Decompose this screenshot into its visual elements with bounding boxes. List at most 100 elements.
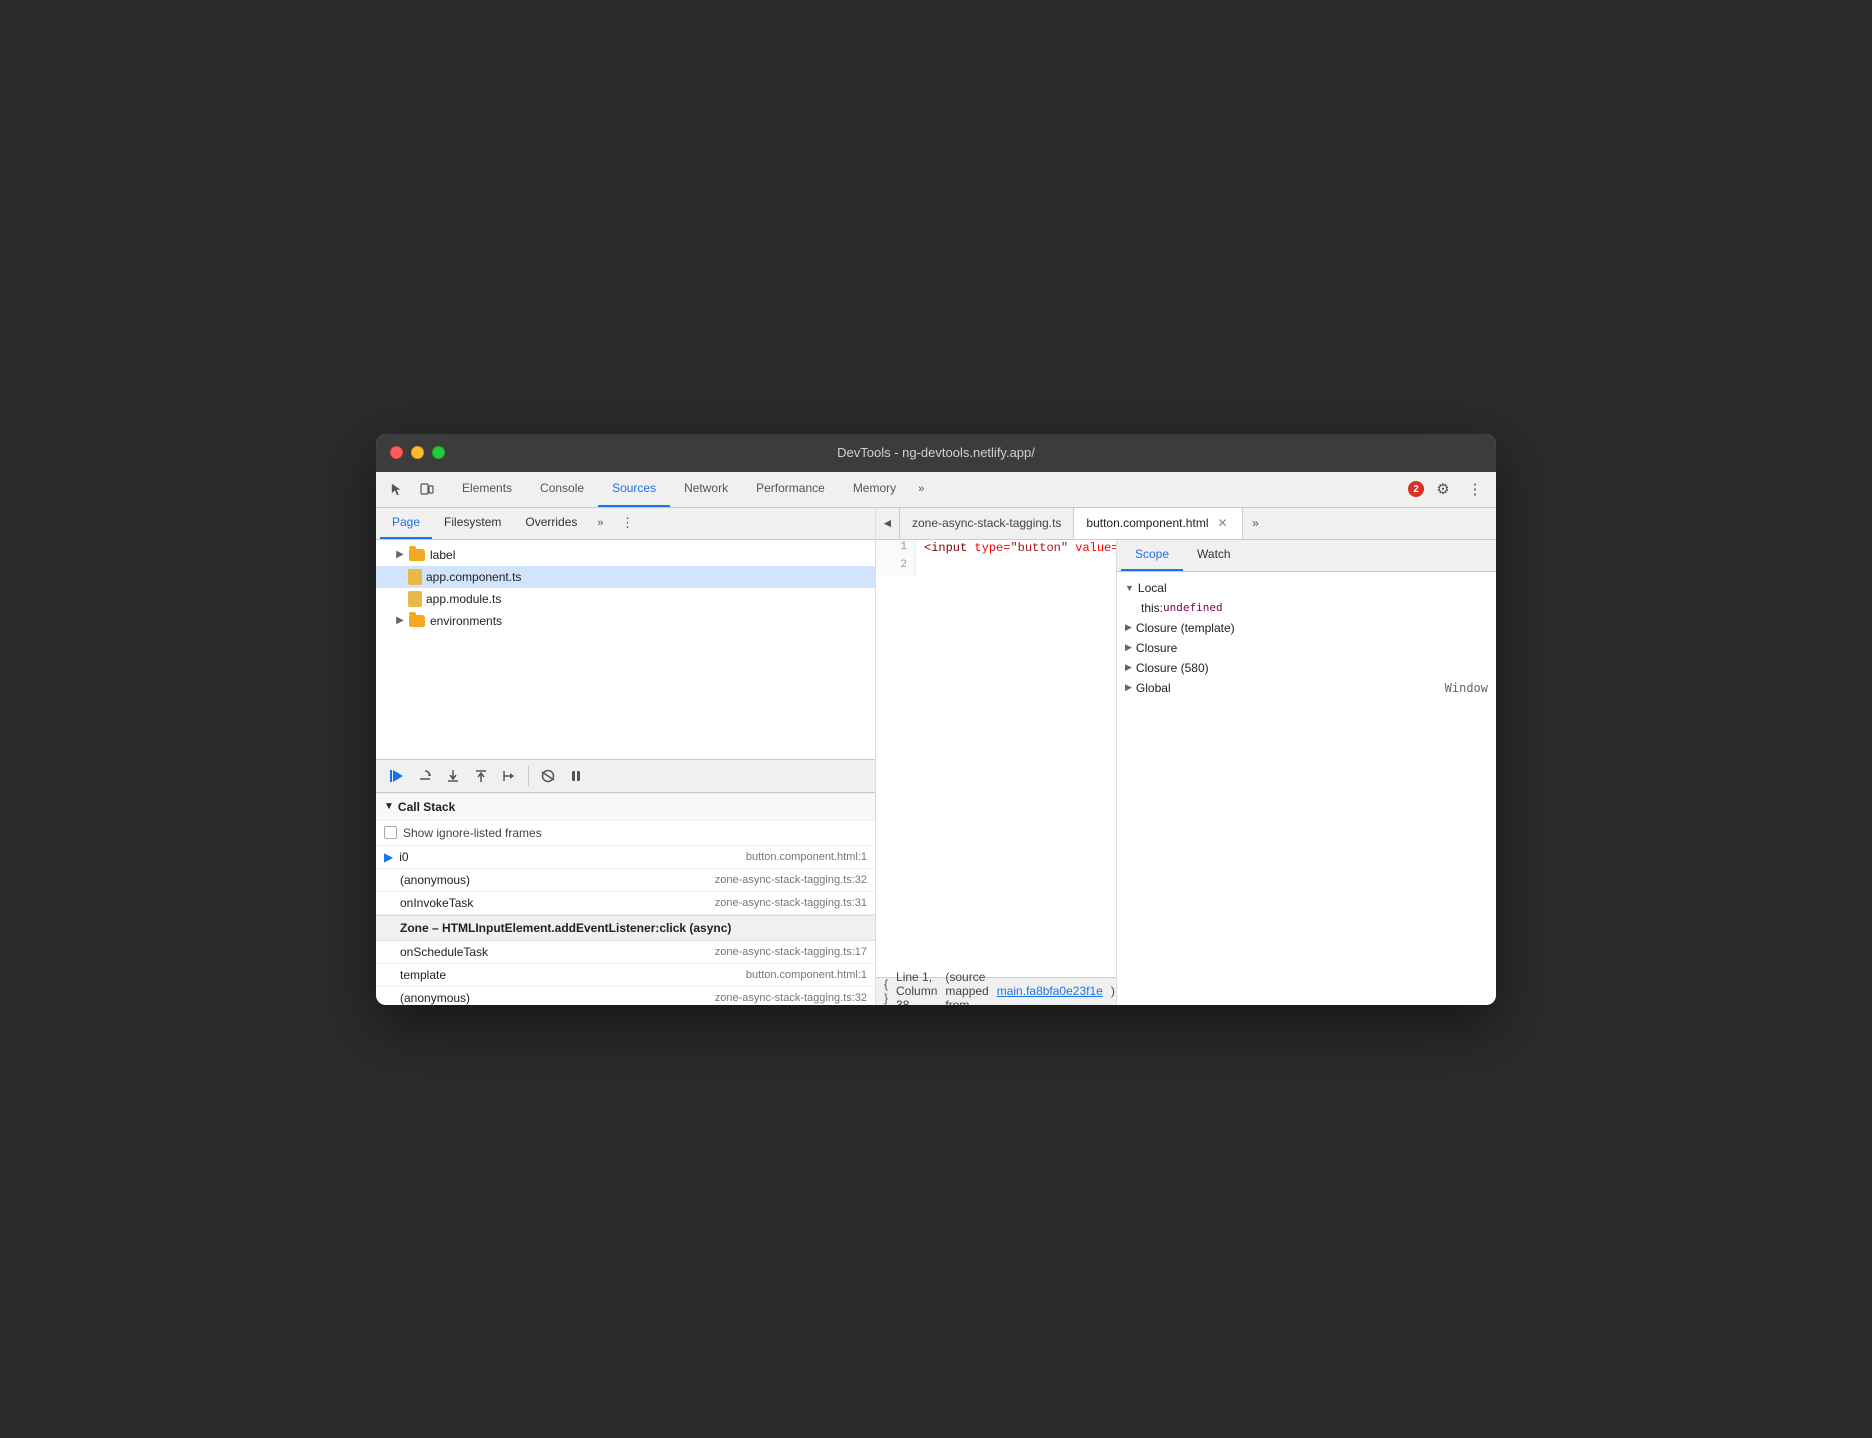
stack-arrow-i0: ▶ — [384, 850, 393, 864]
cursor-icon-btn[interactable] — [384, 476, 410, 502]
scope-right-label-global: Window — [1445, 681, 1488, 695]
tree-item-environments[interactable]: ▶ environments — [376, 610, 875, 632]
scope-key-this: this: — [1141, 601, 1163, 615]
ignore-frames-checkbox[interactable] — [384, 826, 397, 839]
call-stack-header[interactable]: ▼ Call Stack — [376, 794, 875, 821]
maximize-button[interactable] — [432, 446, 445, 459]
tree-item-app-module[interactable]: app.module.ts — [376, 588, 875, 610]
status-line-col: Line 1, Column 38 — [896, 970, 937, 1005]
debug-pause-btn[interactable] — [563, 763, 589, 789]
scope-arrow-closure-template: ▶ — [1125, 622, 1132, 633]
more-options-button[interactable]: ⋮ — [1462, 476, 1488, 502]
call-stack-panel: ▼ Call Stack Show ignore-listed frames ▶… — [376, 793, 875, 1005]
format-icon: { } — [884, 977, 888, 1005]
code-line-2: 2 — [876, 558, 1116, 576]
line-content-2[interactable] — [916, 558, 1116, 576]
scope-value-this: undefined — [1163, 601, 1223, 614]
line-number-2: 2 — [876, 558, 916, 576]
source-tab-zone-async[interactable]: zone-async-stack-tagging.ts — [900, 508, 1074, 539]
devtools-window: DevTools - ng-devtools.netlify.app/ — [376, 434, 1496, 1005]
code-editor[interactable]: 1 <input type="button" value={{label}} (… — [876, 540, 1116, 977]
tab-network[interactable]: Network — [670, 472, 742, 507]
scope-arrow-closure: ▶ — [1125, 642, 1132, 653]
left-panel: Page Filesystem Overrides » ⋮ ▶ label — [376, 508, 876, 1005]
tab-more[interactable]: » — [910, 472, 932, 507]
source-tab-close-btn[interactable]: ✕ — [1214, 515, 1230, 531]
sub-tab-page[interactable]: Page — [380, 508, 432, 539]
stack-frame-anonymous2[interactable]: (anonymous) zone-async-stack-tagging.ts:… — [376, 987, 875, 1005]
device-toggle-btn[interactable] — [414, 476, 440, 502]
sub-tab-overrides[interactable]: Overrides — [513, 508, 589, 539]
stack-frame-anonymous1[interactable]: (anonymous) zone-async-stack-tagging.ts:… — [376, 869, 875, 892]
folder-icon-environments — [408, 613, 426, 628]
frame-location-oninvoketask1: zone-async-stack-tagging.ts:31 — [715, 897, 867, 909]
tab-sources[interactable]: Sources — [598, 472, 670, 507]
minimize-button[interactable] — [411, 446, 424, 459]
sub-tab-menu[interactable]: ⋮ — [616, 511, 640, 535]
tab-memory[interactable]: Memory — [839, 472, 910, 507]
tab-elements[interactable]: Elements — [448, 472, 526, 507]
scope-key-closure-template: Closure (template) — [1136, 621, 1235, 635]
source-tabs: ◄ zone-async-stack-tagging.ts button.com… — [876, 508, 1496, 540]
debug-stepinto-btn[interactable] — [440, 763, 466, 789]
debug-step-btn[interactable] — [496, 763, 522, 789]
source-tab-nav-left[interactable]: ◄ — [876, 508, 900, 539]
source-tab-more[interactable]: » — [1243, 508, 1267, 539]
frame-name-anonymous1: (anonymous) — [400, 873, 715, 887]
scope-row-global[interactable]: ▶ Global Window — [1117, 678, 1496, 698]
tree-item-app-component-text: app.component.ts — [426, 570, 521, 584]
stack-frame-i0[interactable]: ▶ i0 button.component.html:1 — [376, 846, 875, 869]
editor-area: 1 <input type="button" value={{label}} (… — [876, 540, 1116, 1005]
settings-button[interactable]: ⚙ — [1430, 476, 1456, 502]
debug-deactivate-btn[interactable] — [535, 763, 561, 789]
tree-arrow-label: ▶ — [392, 547, 408, 563]
line-content-1[interactable]: <input type="button" value={{label}} (cl… — [916, 540, 1116, 558]
debug-stepover-btn[interactable] — [412, 763, 438, 789]
file-tree: ▶ label app.component.ts ap — [376, 540, 875, 759]
stack-frame-template[interactable]: template button.component.html:1 — [376, 964, 875, 987]
tree-item-label[interactable]: ▶ label — [376, 544, 875, 566]
stack-frame-onscheduletask1[interactable]: onScheduleTask zone-async-stack-tagging.… — [376, 941, 875, 964]
format-btn[interactable]: { } — [884, 980, 888, 1002]
scope-key-local: Local — [1138, 581, 1167, 595]
debug-stepout-btn[interactable] — [468, 763, 494, 789]
scope-row-closure-template[interactable]: ▶ Closure (template) — [1117, 618, 1496, 638]
scope-panel: Scope Watch ▼ Local this: undefined — [1116, 540, 1496, 1005]
status-sourcemap-text: (source mapped from — [945, 970, 988, 1005]
line-number-1: 1 — [876, 540, 916, 558]
error-circle: 2 — [1408, 481, 1424, 497]
error-badge[interactable]: 2 — [1408, 481, 1424, 497]
scope-row-closure[interactable]: ▶ Closure — [1117, 638, 1496, 658]
frame-name-template: template — [400, 968, 746, 982]
scope-content: ▼ Local this: undefined ▶ Closure (templ… — [1117, 572, 1496, 1005]
status-sourcemap-end: ) — [1111, 984, 1115, 998]
frame-name-anonymous2: (anonymous) — [400, 991, 715, 1005]
devtools-body: Elements Console Sources Network Perform… — [376, 472, 1496, 1005]
tree-item-label-text: label — [430, 548, 455, 562]
source-tab-button-component[interactable]: button.component.html ✕ — [1074, 508, 1243, 539]
debug-resume-btn[interactable] — [384, 763, 410, 789]
sub-tab-more[interactable]: » — [589, 517, 611, 529]
scope-tab-watch[interactable]: Watch — [1183, 540, 1245, 571]
scope-row-closure-580[interactable]: ▶ Closure (580) — [1117, 658, 1496, 678]
status-sourcemap-link[interactable]: main.fa8bfa0e23f1e — [997, 984, 1103, 998]
source-tab-zone-async-name: zone-async-stack-tagging.ts — [912, 516, 1061, 530]
debug-toolbar — [376, 759, 875, 793]
tab-performance[interactable]: Performance — [742, 472, 839, 507]
scope-key-closure-580: Closure (580) — [1136, 661, 1209, 675]
stack-frame-oninvoketask1[interactable]: onInvokeTask zone-async-stack-tagging.ts… — [376, 892, 875, 915]
tree-item-app-module-text: app.module.ts — [426, 592, 501, 606]
frame-location-template: button.component.html:1 — [746, 969, 867, 981]
close-button[interactable] — [390, 446, 403, 459]
scope-arrow-global: ▶ — [1125, 682, 1132, 693]
scope-tab-scope[interactable]: Scope — [1121, 540, 1183, 571]
status-bar: { } Line 1, Column 38 (source mapped fro… — [876, 977, 1116, 1005]
toolbar-right: 2 ⚙ ⋮ — [1408, 476, 1488, 502]
sub-tab-filesystem[interactable]: Filesystem — [432, 508, 513, 539]
code-line-1: 1 <input type="button" value={{label}} (… — [876, 540, 1116, 558]
tab-console[interactable]: Console — [526, 472, 598, 507]
scope-row-this[interactable]: this: undefined — [1133, 598, 1496, 618]
tree-item-app-component[interactable]: app.component.ts — [376, 566, 875, 588]
scope-row-local[interactable]: ▼ Local — [1117, 578, 1496, 598]
frame-name-i0: i0 — [399, 850, 746, 864]
